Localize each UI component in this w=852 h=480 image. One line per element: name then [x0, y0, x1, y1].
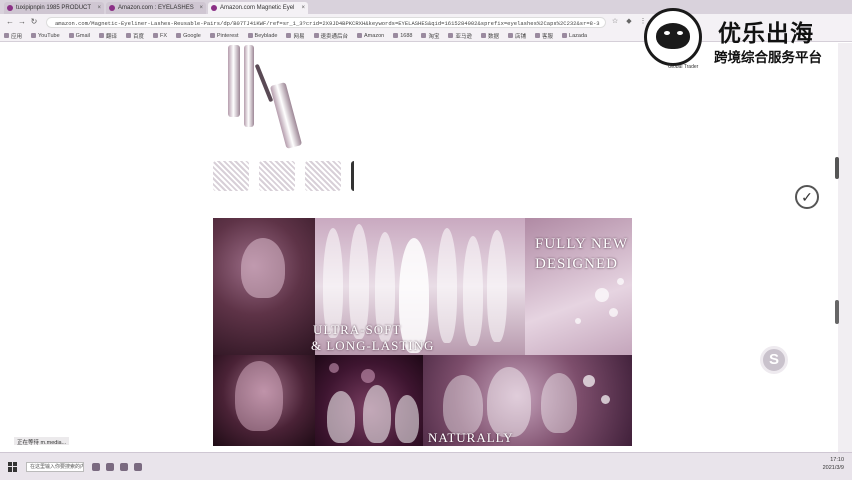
page-scrollbar[interactable]	[838, 43, 852, 452]
forward-arrow-icon[interactable]: →	[16, 16, 28, 28]
model-portrait-image	[213, 355, 315, 446]
check-circle-icon[interactable]: ✓	[795, 185, 819, 209]
eyeliner-tube-image	[244, 45, 254, 127]
task-view-icon[interactable]	[92, 462, 100, 471]
feature-icon	[213, 161, 249, 191]
banner-headline-line1: FULLY NEW	[535, 236, 629, 252]
scrollbar-thumb[interactable]	[835, 157, 839, 179]
watermark-subtitle: 跨境综合服务平台	[714, 50, 822, 66]
eyeliner-tube-image	[228, 45, 240, 117]
taskbar: 在这里输入你要搜索的内容 17:10 2021/3/9	[0, 452, 852, 480]
bookmark-item[interactable]: 应用	[4, 32, 22, 40]
taskbar-search-input[interactable]: 在这里输入你要搜索的内容	[26, 461, 84, 472]
bookmark-item[interactable]: 客服	[535, 32, 553, 40]
close-icon[interactable]: ×	[97, 2, 101, 14]
tab-title: tuxipipnpin 1985 PRODUCT	[16, 5, 92, 11]
status-text: 正在等待 m.media...	[14, 437, 70, 446]
banner-ultra-soft-line1: ULTRA-SOFT	[313, 322, 402, 337]
feature-icons-row	[213, 161, 373, 191]
feature-icon	[351, 161, 373, 191]
bookmark-item[interactable]: Pinterest	[210, 33, 239, 39]
page-viewport: FULLY NEW DESIGNED ULTRA-SOFT & LONG-LAS…	[0, 43, 852, 452]
bookmark-item[interactable]: 百度	[126, 32, 144, 40]
model-portrait-image	[213, 218, 315, 355]
bookmark-item[interactable]: 网易	[286, 32, 304, 40]
feature-icon	[305, 161, 341, 191]
bookmark-item[interactable]: 亚马逊	[448, 32, 472, 40]
chat-app-icon[interactable]	[134, 462, 142, 471]
banner-ultra-soft-line2: & LONG-LASTING	[311, 338, 435, 353]
eyeliner-brush-image	[254, 63, 274, 103]
s-badge-icon[interactable]: S	[760, 346, 788, 374]
bookmark-item[interactable]: Gmail	[69, 33, 90, 39]
favicon-icon	[211, 5, 217, 11]
bookmark-item[interactable]: FX	[153, 33, 167, 39]
bookmark-item[interactable]: 翻译	[99, 32, 117, 40]
close-icon[interactable]: ×	[301, 2, 305, 14]
favicon-icon	[109, 5, 115, 11]
clock-date: 2021/3/9	[822, 465, 844, 471]
tab-title: Amazon.com Magnetic Eyel	[220, 5, 295, 11]
bookmark-item[interactable]: Lazada	[562, 33, 587, 39]
back-arrow-icon[interactable]: ←	[4, 16, 16, 28]
banner-naturally: NATURALLY	[428, 430, 514, 445]
bookmark-item[interactable]: Google	[176, 33, 201, 39]
party-group-image	[315, 355, 423, 446]
banner-headline-line2: DESIGNED	[535, 256, 618, 272]
bookmark-item[interactable]: Amazon	[357, 33, 384, 39]
bookmark-item[interactable]: 1688	[393, 33, 412, 39]
favicon-icon	[7, 5, 13, 11]
bookmark-item[interactable]: 速卖通后台	[314, 32, 349, 40]
star-icon[interactable]: ☆	[610, 17, 620, 27]
reload-icon[interactable]: ↻	[28, 16, 40, 28]
lion-logo-icon	[644, 8, 702, 66]
close-icon[interactable]: ×	[199, 2, 203, 14]
watermark-title: 优乐出海	[718, 21, 814, 47]
watermark-small-text: Global Trader	[668, 64, 699, 70]
folder-app-icon[interactable]	[120, 462, 128, 471]
windows-start-icon[interactable]	[8, 461, 18, 472]
browser-tab[interactable]: tuxipipnpin 1985 PRODUCT ×	[4, 2, 104, 14]
tab-title: Amazon.com : EYELASHES	[118, 5, 194, 11]
bookmark-item[interactable]: 淘宝	[421, 32, 439, 40]
browser-tab-active[interactable]: Amazon.com Magnetic Eyel ×	[208, 2, 308, 14]
scrollbar-marker	[835, 300, 839, 324]
bookmark-item[interactable]: Beyblade	[248, 33, 278, 39]
bookmark-item[interactable]: 店铺	[508, 32, 526, 40]
browser-tab[interactable]: Amazon.com : EYELASHES ×	[106, 2, 206, 14]
extension-icon[interactable]: ◆	[624, 17, 634, 27]
bookmark-item[interactable]: 数据	[481, 32, 499, 40]
browser-app-icon[interactable]	[106, 462, 114, 471]
feature-icon	[259, 161, 295, 191]
product-banner-image: FULLY NEW DESIGNED ULTRA-SOFT & LONG-LAS…	[213, 218, 632, 446]
bookmark-item[interactable]: YouTube	[31, 33, 60, 39]
eyeliner-tube-image	[269, 82, 303, 149]
watermark-logo: Global Trader 优乐出海 跨境综合服务平台	[640, 8, 850, 76]
clock-time: 17:10	[830, 457, 844, 463]
url-bar[interactable]: amazon.com/Magnetic-Eyeliner-Lashes-Reus…	[46, 16, 606, 28]
system-clock[interactable]: 17:10 2021/3/9	[823, 456, 844, 472]
